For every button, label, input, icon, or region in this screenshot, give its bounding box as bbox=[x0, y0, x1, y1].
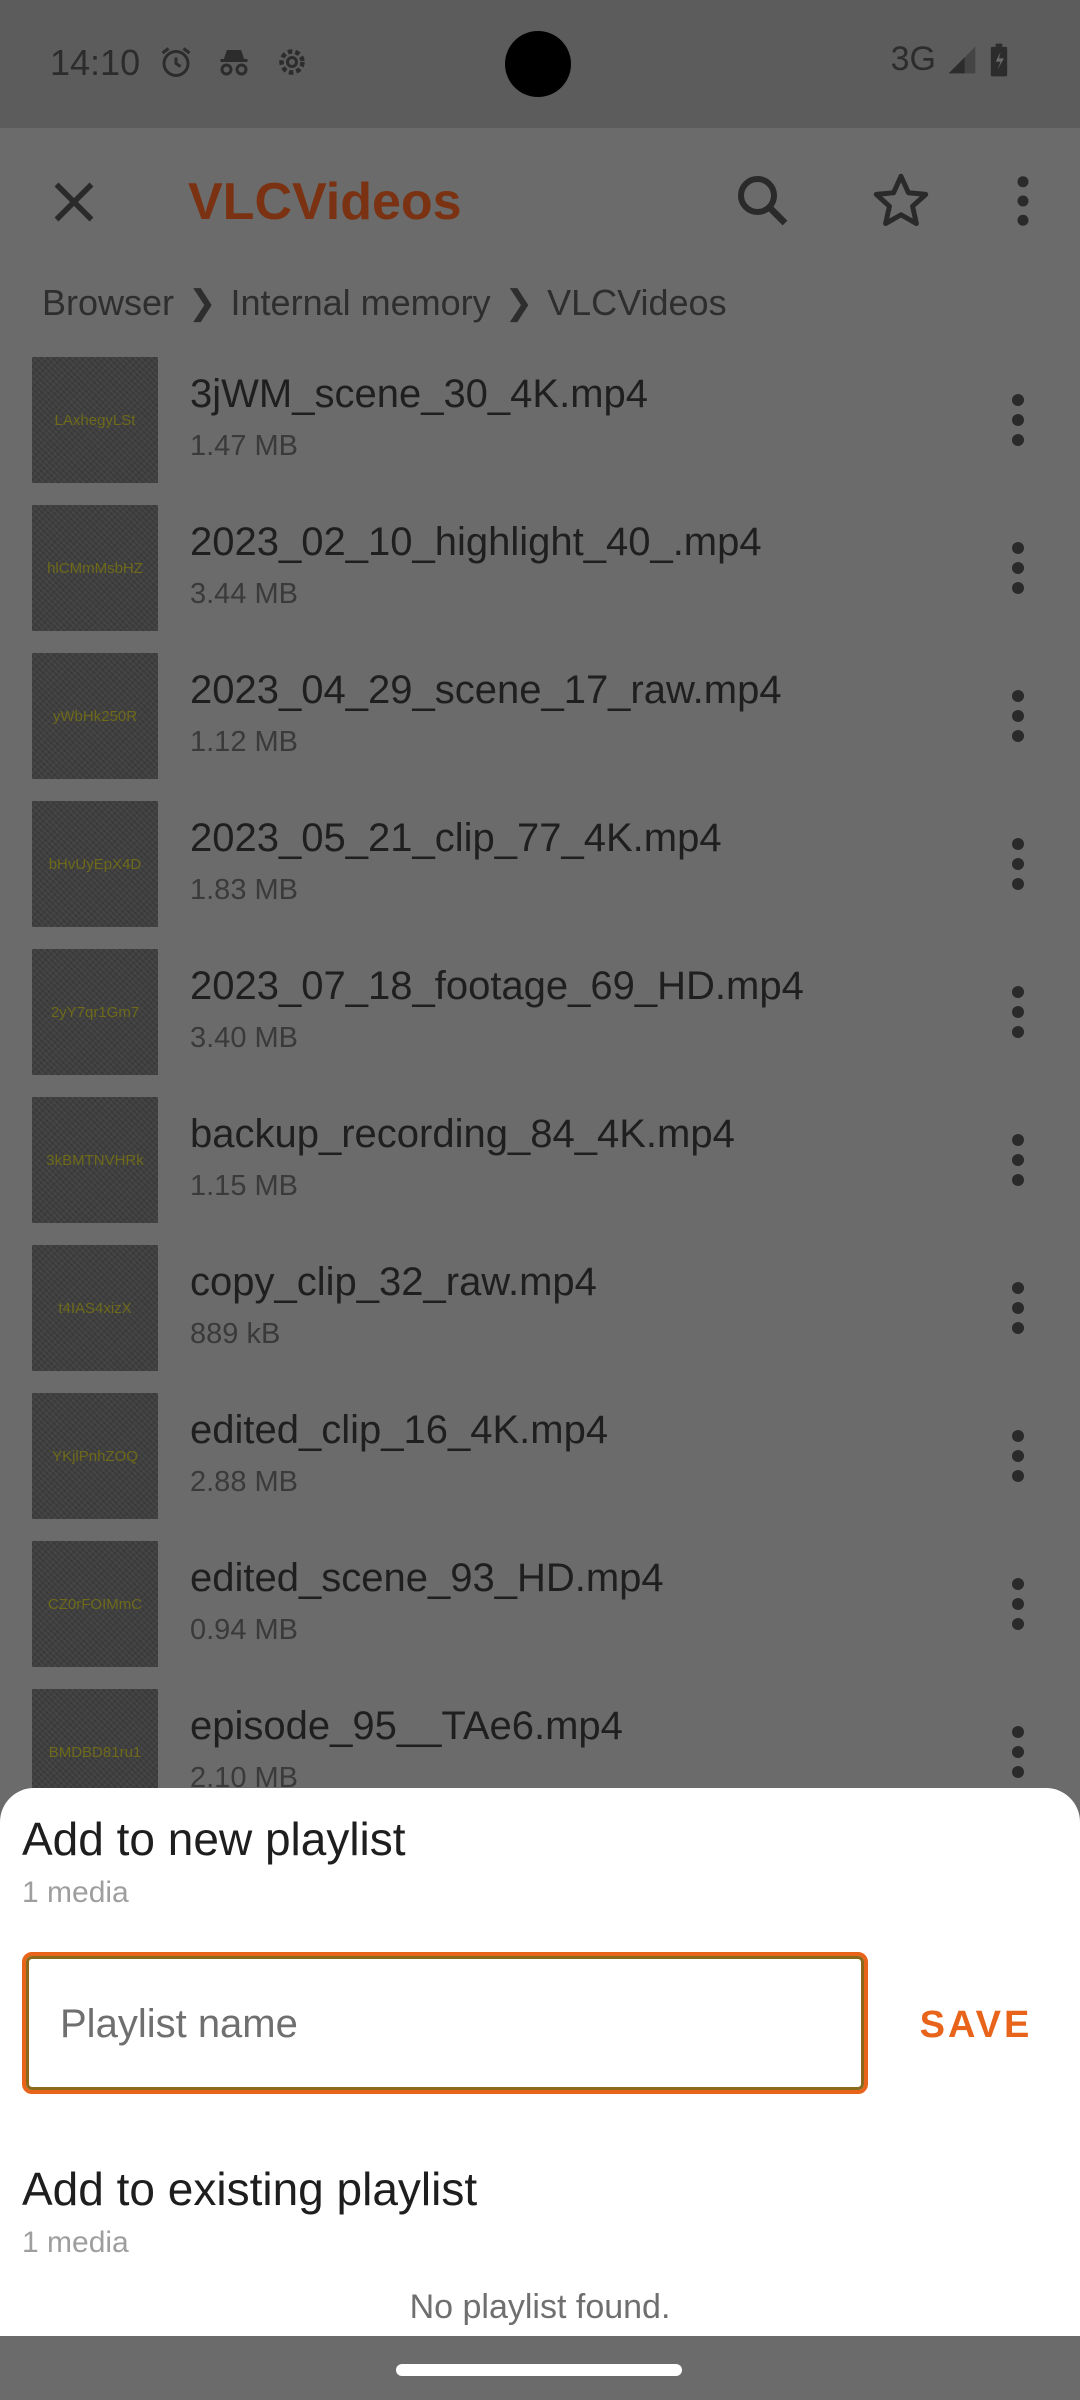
list-item[interactable]: 2yY7qr1Gm7 2023_07_18_footage_69_HD.mp4 … bbox=[0, 944, 1080, 1092]
list-item[interactable]: bHvUyEpX4D 2023_05_21_clip_77_4K.mp4 1.8… bbox=[0, 796, 1080, 944]
page-title: VLCVideos bbox=[188, 173, 462, 231]
list-item[interactable]: YKjlPnhZOQ edited_clip_16_4K.mp4 2.88 MB bbox=[0, 1388, 1080, 1536]
battery-charging-icon bbox=[990, 43, 1008, 76]
video-thumbnail: YKjlPnhZOQ bbox=[32, 1393, 158, 1519]
more-vert-icon[interactable] bbox=[998, 390, 1038, 450]
breadcrumb: Browser ❯ Internal memory ❯ VLCVideos bbox=[42, 282, 727, 324]
file-size: 1.47 MB bbox=[190, 430, 298, 462]
list-item[interactable]: t4IAS4xizX copy_clip_32_raw.mp4 889 kB bbox=[0, 1240, 1080, 1388]
list-item[interactable]: hlCMmMsbHZ 2023_02_10_highlight_40_.mp4 … bbox=[0, 500, 1080, 648]
file-name: 2023_07_18_footage_69_HD.mp4 bbox=[190, 964, 804, 1008]
new-playlist-heading: Add to new playlist bbox=[22, 1813, 406, 1865]
video-thumbnail: CZ0rFOIMmC bbox=[32, 1541, 158, 1667]
file-list[interactable]: LAxhegyLSt 3jWM_scene_30_4K.mp4 1.47 MB … bbox=[0, 352, 1080, 1788]
file-name: backup_recording_84_4K.mp4 bbox=[190, 1112, 735, 1156]
list-item[interactable]: CZ0rFOIMmC edited_scene_93_HD.mp4 0.94 M… bbox=[0, 1536, 1080, 1684]
network-type: 3G bbox=[890, 40, 936, 78]
file-name: copy_clip_32_raw.mp4 bbox=[190, 1260, 597, 1304]
alarm-icon bbox=[161, 47, 191, 77]
navigation-bar bbox=[0, 2336, 1080, 2400]
more-vert-icon[interactable] bbox=[998, 1426, 1038, 1486]
file-size: 0.94 MB bbox=[190, 1614, 298, 1646]
file-name: episode_95__TAe6.mp4 bbox=[190, 1704, 623, 1748]
add-to-playlist-sheet: Add to new playlist 1 media SAVE Add to … bbox=[0, 1788, 1080, 2336]
more-vert-icon[interactable] bbox=[990, 168, 1056, 234]
file-size: 2.88 MB bbox=[190, 1466, 298, 1498]
empty-playlist-message: No playlist found. bbox=[409, 2288, 671, 2326]
playlist-name-field[interactable] bbox=[22, 1952, 868, 2094]
signal-icon bbox=[948, 46, 976, 73]
chevron-right-icon: ❯ bbox=[188, 284, 217, 322]
status-icons bbox=[158, 44, 310, 80]
list-item[interactable]: yWbHk250R 2023_04_29_scene_17_raw.mp4 1.… bbox=[0, 648, 1080, 796]
status-bar: 14:10 3G bbox=[0, 0, 1080, 128]
file-size: 1.83 MB bbox=[190, 874, 298, 906]
file-size: 889 kB bbox=[190, 1318, 281, 1350]
playlist-name-input[interactable] bbox=[60, 1994, 820, 2054]
file-size: 3.44 MB bbox=[190, 578, 298, 610]
settings-icon bbox=[279, 49, 305, 75]
file-name: 2023_04_29_scene_17_raw.mp4 bbox=[190, 668, 782, 712]
chevron-right-icon: ❯ bbox=[504, 284, 534, 322]
status-right: 3G bbox=[891, 40, 1010, 79]
breadcrumb-browser[interactable]: Browser bbox=[42, 282, 174, 324]
video-thumbnail: LAxhegyLSt bbox=[32, 357, 158, 483]
video-thumbnail: 3kBMTNVHRk bbox=[32, 1097, 158, 1223]
video-thumbnail: 2yY7qr1Gm7 bbox=[32, 949, 158, 1075]
file-name: edited_scene_93_HD.mp4 bbox=[190, 1556, 664, 1600]
incognito-icon bbox=[220, 50, 248, 76]
file-size: 1.12 MB bbox=[190, 726, 298, 758]
existing-playlist-media-count: 1 media bbox=[22, 2226, 129, 2259]
list-item[interactable]: 3kBMTNVHRk backup_recording_84_4K.mp4 1.… bbox=[0, 1092, 1080, 1240]
video-thumbnail: bHvUyEpX4D bbox=[32, 801, 158, 927]
status-time: 14:10 bbox=[50, 42, 141, 83]
camera-cutout bbox=[505, 31, 571, 97]
star-icon[interactable] bbox=[868, 168, 934, 234]
more-vert-icon[interactable] bbox=[998, 686, 1038, 746]
breadcrumb-current-folder[interactable]: VLCVideos bbox=[547, 282, 726, 324]
more-vert-icon[interactable] bbox=[998, 1722, 1038, 1782]
more-vert-icon[interactable] bbox=[998, 1574, 1038, 1634]
existing-playlist-heading: Add to existing playlist bbox=[22, 2163, 478, 2215]
gesture-handle[interactable] bbox=[396, 2364, 682, 2376]
list-item[interactable]: LAxhegyLSt 3jWM_scene_30_4K.mp4 1.47 MB bbox=[0, 352, 1080, 500]
video-thumbnail: yWbHk250R bbox=[32, 653, 158, 779]
file-name: edited_clip_16_4K.mp4 bbox=[190, 1408, 609, 1452]
video-thumbnail: t4IAS4xizX bbox=[32, 1245, 158, 1371]
search-icon[interactable] bbox=[730, 168, 796, 234]
close-icon[interactable] bbox=[44, 172, 104, 232]
list-item[interactable]: BMDBD81ru1 episode_95__TAe6.mp4 2.10 MB bbox=[0, 1684, 1080, 1788]
more-vert-icon[interactable] bbox=[998, 1130, 1038, 1190]
more-vert-icon[interactable] bbox=[998, 982, 1038, 1042]
new-playlist-media-count: 1 media bbox=[22, 1876, 129, 1909]
more-vert-icon[interactable] bbox=[998, 834, 1038, 894]
file-name: 2023_02_10_highlight_40_.mp4 bbox=[190, 520, 762, 564]
file-name: 2023_05_21_clip_77_4K.mp4 bbox=[190, 816, 722, 860]
file-size: 3.40 MB bbox=[190, 1022, 298, 1054]
app-bar: VLCVideos bbox=[0, 128, 1080, 276]
more-vert-icon[interactable] bbox=[998, 538, 1038, 598]
file-name: 3jWM_scene_30_4K.mp4 bbox=[190, 372, 649, 416]
more-vert-icon[interactable] bbox=[998, 1278, 1038, 1338]
video-thumbnail: BMDBD81ru1 bbox=[32, 1689, 158, 1788]
file-size: 1.15 MB bbox=[190, 1170, 298, 1202]
save-button[interactable]: SAVE bbox=[892, 1962, 1060, 2088]
file-size: 2.10 MB bbox=[190, 1762, 298, 1788]
breadcrumb-internal-memory[interactable]: Internal memory bbox=[231, 282, 491, 324]
video-thumbnail: hlCMmMsbHZ bbox=[32, 505, 158, 631]
